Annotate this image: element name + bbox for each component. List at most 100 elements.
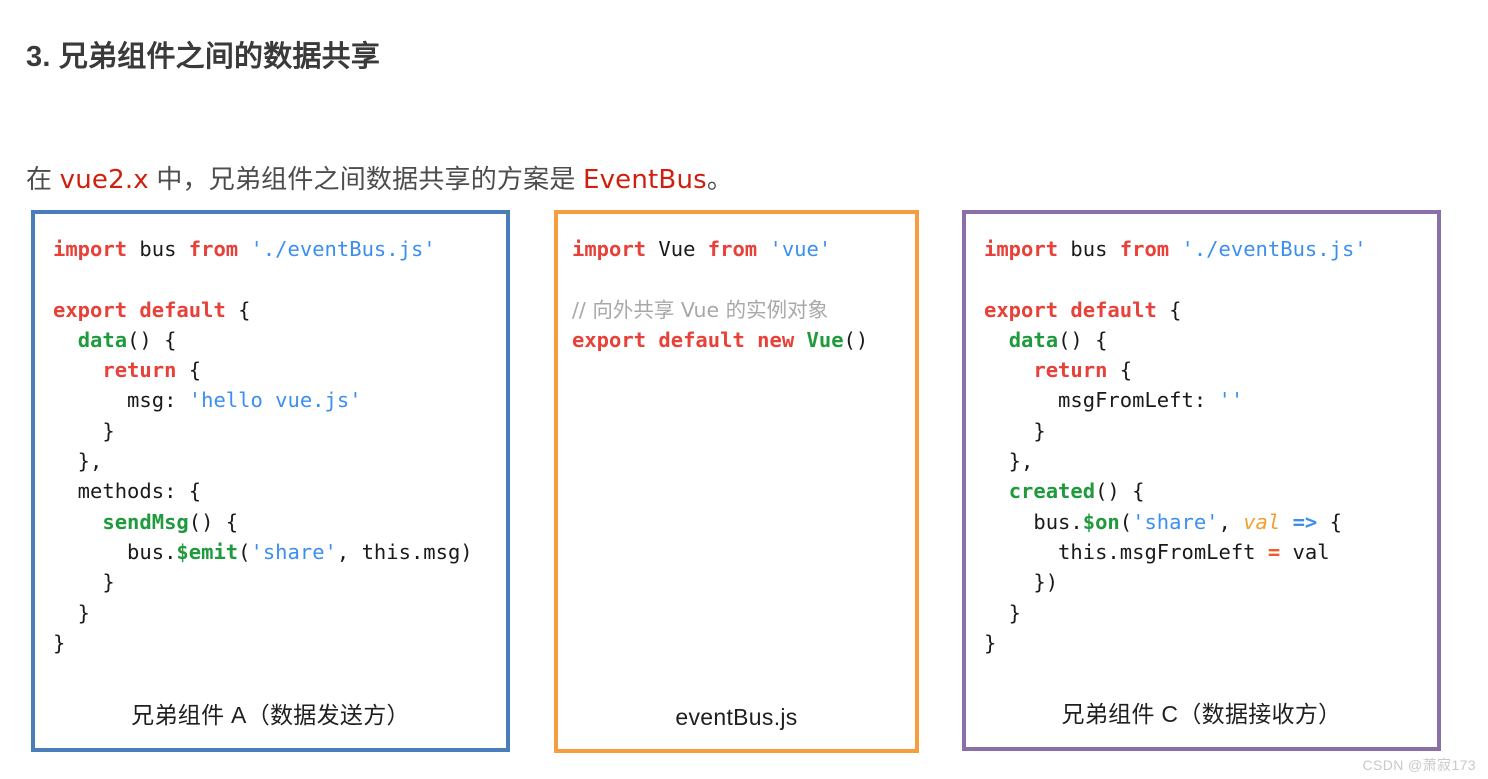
code-token: import <box>984 237 1059 261</box>
code-line: data() { <box>53 325 506 355</box>
code-token: () <box>843 327 869 352</box>
code-line: }, <box>53 446 506 476</box>
code-line: return { <box>53 355 506 385</box>
code-token: 'vue' <box>769 237 832 261</box>
watermark: CSDN @萧寂173 <box>1362 757 1476 773</box>
code-token: => <box>1292 509 1318 534</box>
code-token: methods: { <box>53 479 202 504</box>
code-line: export default new Vue() <box>572 325 915 355</box>
intro-text-after: 。 <box>706 164 734 194</box>
code-token: , this.msg) <box>336 539 473 564</box>
code-line: } <box>984 598 1437 628</box>
code-token: this.msgFromLeft <box>984 539 1268 564</box>
code-token: { <box>225 297 251 322</box>
code-token: 'share' <box>250 539 337 564</box>
intro-text-middle: 中，兄弟组件之间数据共享的方案是 <box>148 164 583 194</box>
code-token: import <box>53 237 128 261</box>
page-title: 3. 兄弟组件之间的数据共享 <box>26 41 381 74</box>
code-token: msgFromLeft: <box>984 388 1219 413</box>
code-line: export default { <box>984 295 1437 325</box>
code-line: } <box>53 598 506 628</box>
code-block-component-a[interactable]: import bus from './eventBus.js' export d… <box>35 214 506 696</box>
intro-paragraph: 在 vue2.x 中，兄弟组件之间数据共享的方案是 EventBus。 <box>26 159 733 196</box>
code-token: '' <box>1218 388 1244 413</box>
intro-text-before: 在 <box>26 164 60 194</box>
code-line: import bus from './eventBus.js' <box>984 234 1437 264</box>
code-line: }) <box>984 567 1437 597</box>
code-token: } <box>53 600 91 625</box>
caption-event-bus: eventBus.js <box>675 704 798 730</box>
code-line: bus.$emit('share', this.msg) <box>53 537 506 567</box>
code-token: sendMsg <box>102 509 189 534</box>
code-line: msgFromLeft: '' <box>984 385 1437 415</box>
code-token: './eventBus.js' <box>1181 237 1367 261</box>
code-token: from <box>188 237 239 261</box>
code-token: = <box>1267 539 1281 564</box>
code-token: bus. <box>53 539 177 564</box>
code-token: return <box>1033 358 1108 383</box>
code-token: from <box>707 237 758 261</box>
code-token: // 向外共享 Vue 的实例对象 <box>572 297 829 322</box>
code-token: { <box>1156 297 1182 322</box>
code-token: './eventBus.js' <box>250 237 436 261</box>
code-token: bus <box>127 237 189 261</box>
code-card-event-bus: import Vue from 'vue' // 向外共享 Vue 的实例对象 e… <box>554 210 919 753</box>
code-token: } <box>984 600 1022 625</box>
code-token: bus. <box>984 509 1083 534</box>
code-line: methods: { <box>53 476 506 506</box>
code-token: import <box>572 237 647 261</box>
code-token: , <box>1218 509 1244 534</box>
code-token: val <box>1280 539 1330 564</box>
code-token: }) <box>984 570 1059 595</box>
code-line: } <box>53 567 506 597</box>
code-line: } <box>53 628 506 658</box>
code-token: msg: <box>53 388 189 413</box>
code-token: Vue <box>806 327 844 352</box>
code-token: } <box>53 418 115 443</box>
code-token: data <box>77 327 128 352</box>
code-token: () { <box>1095 479 1145 504</box>
intro-keyword-vue2x: vue2.x <box>59 165 149 195</box>
code-line: sendMsg() { <box>53 507 506 537</box>
code-token: Vue <box>646 237 708 261</box>
code-token: () { <box>188 509 239 534</box>
code-line: } <box>984 628 1437 658</box>
code-line: data() { <box>984 325 1437 355</box>
code-line: } <box>53 416 506 446</box>
code-block-event-bus[interactable]: import Vue from 'vue' // 向外共享 Vue 的实例对象 e… <box>558 214 915 704</box>
code-block-component-c[interactable]: import bus from './eventBus.js' export d… <box>966 214 1437 695</box>
code-token: 'share' <box>1132 509 1219 534</box>
code-token: () { <box>127 327 177 352</box>
code-token: { <box>1107 358 1133 383</box>
code-line: }, <box>984 446 1437 476</box>
code-line: import Vue from 'vue' <box>572 234 915 264</box>
code-token: bus <box>1058 237 1120 261</box>
code-token: }, <box>53 449 103 474</box>
code-token: }, <box>984 449 1034 474</box>
code-token: $emit <box>176 539 239 564</box>
code-token: export default <box>984 297 1157 322</box>
code-token: } <box>984 630 997 655</box>
code-token: export default <box>53 297 226 322</box>
code-token: ( <box>238 539 251 564</box>
code-token: return <box>102 358 177 383</box>
code-token: ( <box>1119 509 1133 534</box>
code-line: } <box>984 416 1437 446</box>
code-line: export default { <box>53 295 506 325</box>
code-token: from <box>1119 237 1170 261</box>
code-card-component-a: import bus from './eventBus.js' export d… <box>31 210 510 752</box>
